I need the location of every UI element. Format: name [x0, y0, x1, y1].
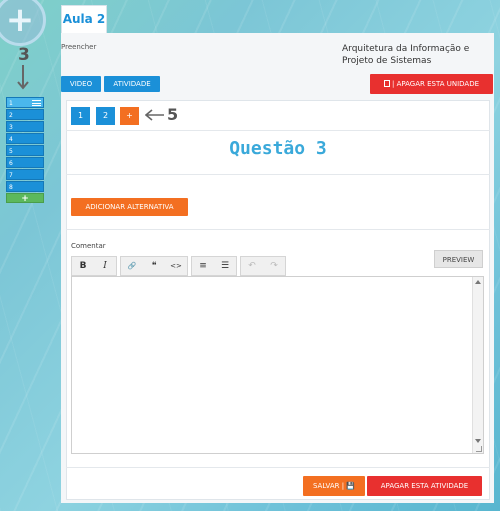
unit-item-4[interactable]: 4 — [6, 133, 44, 144]
question-tab-2[interactable]: 2 — [96, 107, 115, 125]
unit-item-8[interactable]: 8 — [6, 181, 44, 192]
code-icon[interactable]: <> — [165, 257, 187, 275]
undo-icon[interactable]: ↶ — [241, 257, 263, 275]
question-tab-1[interactable]: 1 — [71, 107, 90, 125]
link-icon[interactable]: 🔗 — [121, 257, 143, 275]
list-group: ≡ ☰ — [191, 256, 237, 276]
arrow-left-icon — [145, 109, 164, 121]
unit-item-3[interactable]: 3 — [6, 121, 44, 132]
divider — [66, 229, 490, 230]
unit-item-2[interactable]: 2 — [6, 109, 44, 120]
add-unit-button[interactable]: + — [6, 193, 44, 204]
unit-item-5[interactable]: 5 — [6, 145, 44, 156]
redo-icon[interactable]: ↷ — [263, 257, 285, 275]
delete-unit-button[interactable]: | APAGAR ESTA UNIDADE — [370, 74, 493, 94]
italic-button[interactable]: I — [94, 257, 116, 275]
quote-icon[interactable]: ❝ — [143, 257, 165, 275]
scroll-up-icon[interactable] — [475, 280, 481, 284]
divider — [66, 130, 490, 131]
scroll-down-icon[interactable] — [475, 439, 481, 443]
plus-icon: + — [5, 0, 35, 40]
delete-activity-button[interactable]: APAGAR ESTA ATIVIDADE — [367, 476, 482, 496]
add-question-button[interactable]: + — [120, 107, 139, 125]
arrow-down-icon — [17, 65, 29, 90]
divider — [66, 174, 490, 175]
course-title: Arquitetura da Informação e Projeto de S… — [342, 44, 470, 66]
list-icon — [32, 100, 41, 106]
resize-handle[interactable] — [476, 446, 482, 452]
ordered-list-icon[interactable]: ≡ — [192, 257, 214, 275]
divider — [66, 467, 490, 468]
comment-label: Comentar — [71, 242, 106, 250]
unit-item-7[interactable]: 7 — [6, 169, 44, 180]
insert-group: 🔗 ❝ <> — [120, 256, 188, 276]
editor-scrollbar[interactable] — [472, 277, 483, 453]
bold-button[interactable]: B — [72, 257, 94, 275]
save-button[interactable]: SALVAR | 💾 — [303, 476, 365, 496]
comment-editor[interactable] — [71, 276, 484, 454]
step-annotation-3: 3 — [18, 45, 30, 65]
atividade-button[interactable]: ATIVIDADE — [104, 76, 160, 92]
unit-list: 1 2 3 4 5 6 7 8 + — [6, 97, 44, 204]
history-group: ↶ ↷ — [240, 256, 286, 276]
trash-icon — [383, 80, 390, 87]
format-group: B I — [71, 256, 117, 276]
preview-button[interactable]: PREVIEW — [434, 250, 483, 268]
unit-item-6[interactable]: 6 — [6, 157, 44, 168]
step-annotation-5: 5 — [167, 105, 179, 124]
video-button[interactable]: VIDEO — [61, 76, 101, 92]
question-title: Questão 3 — [229, 138, 327, 159]
bullet-list-icon[interactable]: ☰ — [214, 257, 236, 275]
editor-toolbar: B I 🔗 ❝ <> ≡ ☰ ↶ ↷ — [71, 256, 286, 276]
lesson-tab[interactable]: Aula 2 — [61, 5, 107, 33]
add-alternative-button[interactable]: ADICIONAR ALTERNATIVA — [71, 198, 188, 216]
lesson-subtitle: Preencher — [61, 43, 97, 51]
add-unit-circle-button[interactable]: + — [0, 0, 46, 46]
unit-item-1[interactable]: 1 — [6, 97, 44, 108]
